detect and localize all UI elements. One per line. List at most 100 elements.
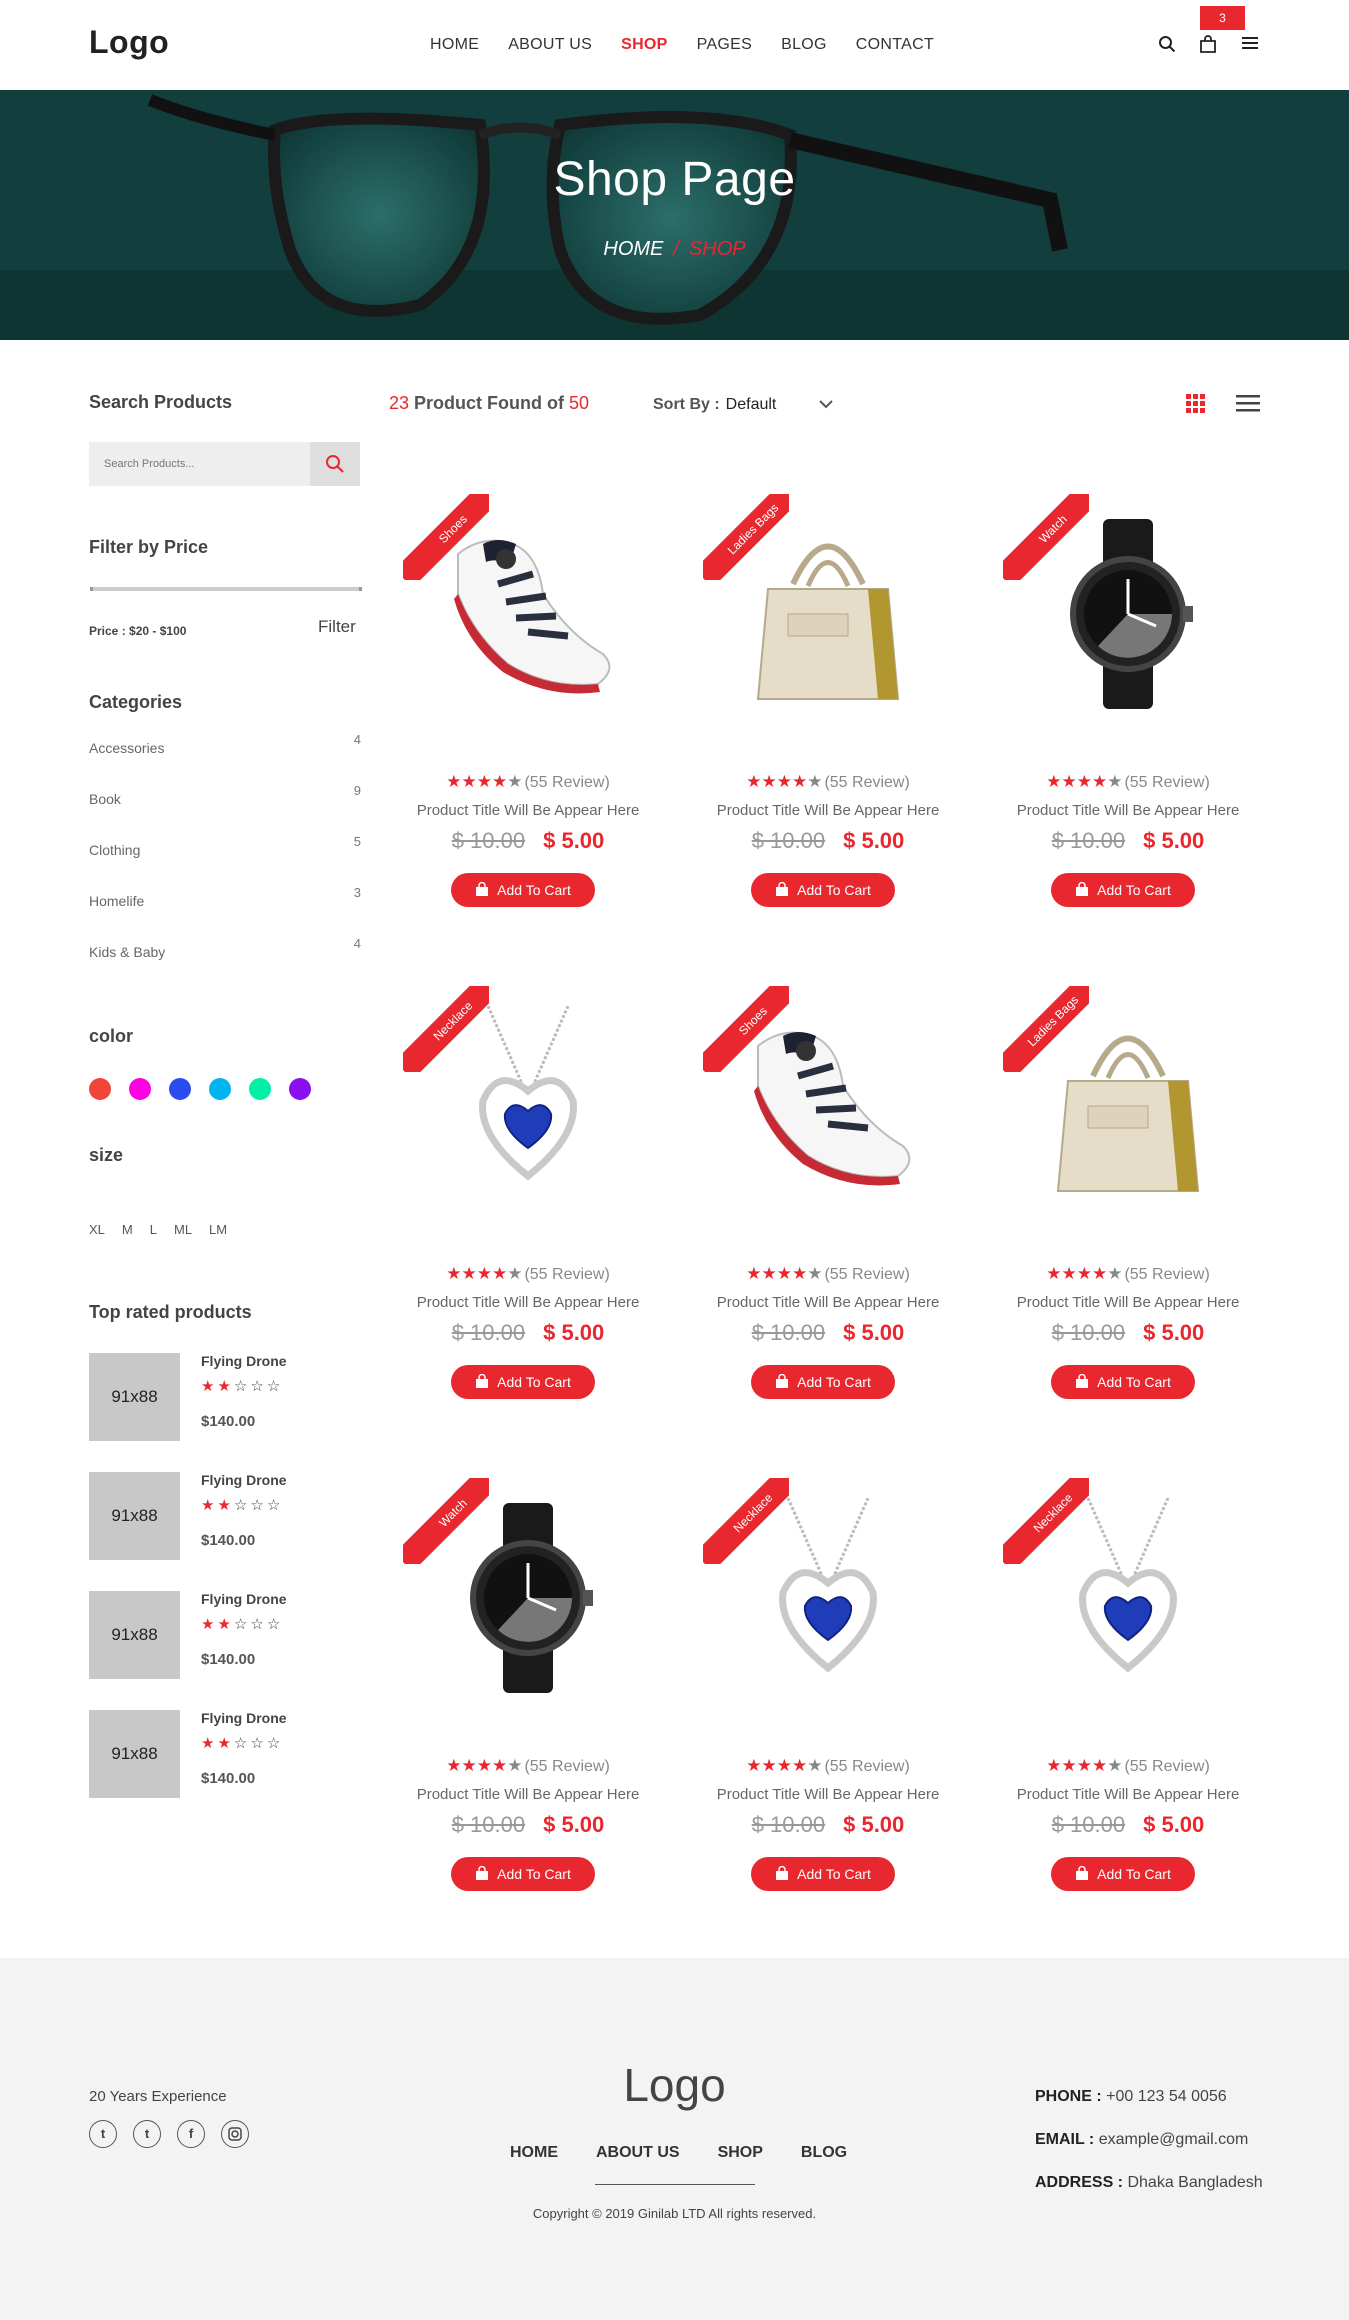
product-title[interactable]: Product Title Will Be Appear Here bbox=[403, 1294, 653, 1311]
nav-shop[interactable]: SHOP bbox=[621, 36, 668, 54]
add-to-cart-button[interactable]: Add To Cart bbox=[751, 1857, 895, 1891]
add-to-cart-button[interactable]: Add To Cart bbox=[1051, 1857, 1195, 1891]
add-to-cart-button[interactable]: Add To Cart bbox=[751, 1365, 895, 1399]
review-count[interactable]: (55 Review) bbox=[524, 1758, 609, 1775]
review-count[interactable]: (55 Review) bbox=[1124, 1266, 1209, 1283]
star-icon: ★ bbox=[746, 1756, 762, 1775]
product-title[interactable]: Product Title Will Be Appear Here bbox=[1003, 1786, 1253, 1803]
add-to-cart-button[interactable]: Add To Cart bbox=[451, 873, 595, 907]
cart-bag-icon[interactable] bbox=[1199, 34, 1217, 54]
review-count[interactable]: (55 Review) bbox=[524, 774, 609, 791]
size-option[interactable]: ML bbox=[174, 1222, 192, 1237]
size-options: XL M L ML LM bbox=[89, 1222, 227, 1237]
search-button[interactable] bbox=[310, 442, 360, 486]
email-value[interactable]: example@gmail.com bbox=[1094, 2131, 1249, 2148]
product-card[interactable]: Shoes ★★★★★ (55 Review) Product Title Will … bbox=[703, 986, 953, 1416]
sort-dropdown[interactable]: Sort By : Default bbox=[653, 396, 776, 414]
color-swatch[interactable] bbox=[209, 1078, 231, 1100]
add-to-cart-button[interactable]: Add To Cart bbox=[451, 1857, 595, 1891]
add-to-cart-button[interactable]: Add To Cart bbox=[1051, 1365, 1195, 1399]
star-icon: ★ bbox=[1107, 772, 1123, 791]
footer-nav-home[interactable]: HOME bbox=[510, 2144, 558, 2162]
chevron-down-icon[interactable] bbox=[818, 398, 834, 410]
review-count[interactable]: (55 Review) bbox=[524, 1266, 609, 1283]
tumblr-icon[interactable]: t bbox=[133, 2120, 161, 2148]
product-card[interactable]: Shoes ★★★★★ (55 Review) Product Title Will … bbox=[403, 494, 653, 924]
product-thumbnail[interactable]: 91x88 bbox=[89, 1353, 180, 1441]
review-count[interactable]: (55 Review) bbox=[824, 1758, 909, 1775]
top-rated-item[interactable]: 91x88 Flying Drone ★★☆☆☆ $140.00 bbox=[89, 1472, 361, 1562]
search-input[interactable] bbox=[89, 442, 309, 486]
top-rated-item[interactable]: 91x88 Flying Drone ★★☆☆☆ $140.00 bbox=[89, 1353, 361, 1443]
product-card[interactable]: Necklace ★★★★★ (55 Review) Product Title Wi… bbox=[403, 986, 653, 1416]
nav-about-us[interactable]: ABOUT US bbox=[508, 36, 592, 54]
nav-contact[interactable]: CONTACT bbox=[856, 36, 934, 54]
category-item[interactable]: Book 9 bbox=[89, 783, 361, 842]
product-name[interactable]: Flying Drone bbox=[201, 1710, 287, 1726]
product-title[interactable]: Product Title Will Be Appear Here bbox=[703, 802, 953, 819]
twitter-icon[interactable]: t bbox=[89, 2120, 117, 2148]
logo[interactable]: Logo bbox=[89, 24, 169, 61]
price-range-slider[interactable] bbox=[90, 587, 362, 591]
top-rated-item[interactable]: 91x88 Flying Drone ★★☆☆☆ $140.00 bbox=[89, 1710, 361, 1800]
product-thumbnail[interactable]: 91x88 bbox=[89, 1591, 180, 1679]
product-name[interactable]: Flying Drone bbox=[201, 1353, 287, 1369]
product-card[interactable]: Ladies Bags ★★★★★ (55 Review) Product Title… bbox=[1003, 986, 1253, 1416]
product-thumbnail[interactable]: 91x88 bbox=[89, 1710, 180, 1798]
product-card[interactable]: Necklace ★★★★★ (55 Review) Product Title Wi… bbox=[1003, 1478, 1253, 1908]
nav-blog[interactable]: BLOG bbox=[781, 36, 827, 54]
nav-home[interactable]: HOME bbox=[430, 36, 479, 54]
footer-nav-shop[interactable]: SHOP bbox=[718, 2144, 763, 2162]
breadcrumb-home[interactable]: HOME bbox=[603, 238, 663, 260]
product-name[interactable]: Flying Drone bbox=[201, 1472, 287, 1488]
filter-button[interactable]: Filter bbox=[318, 617, 356, 637]
size-option[interactable]: M bbox=[122, 1222, 133, 1237]
product-card[interactable]: Necklace ★★★★★ (55 Review) Product Title Wi… bbox=[703, 1478, 953, 1908]
product-price: $ 10.00 $ 5.00 bbox=[403, 1812, 653, 1838]
product-title[interactable]: Product Title Will Be Appear Here bbox=[703, 1294, 953, 1311]
product-title[interactable]: Product Title Will Be Appear Here bbox=[703, 1786, 953, 1803]
review-count[interactable]: (55 Review) bbox=[824, 774, 909, 791]
size-option[interactable]: LM bbox=[209, 1222, 227, 1237]
product-title[interactable]: Product Title Will Be Appear Here bbox=[1003, 802, 1253, 819]
category-item[interactable]: Accessories 4 bbox=[89, 732, 361, 791]
main-nav: HOME ABOUT US SHOP PAGES BLOG CONTACT bbox=[430, 36, 963, 54]
add-to-cart-button[interactable]: Add To Cart bbox=[451, 1365, 595, 1399]
product-thumbnail[interactable]: 91x88 bbox=[89, 1472, 180, 1560]
color-swatch[interactable] bbox=[89, 1078, 111, 1100]
color-swatch[interactable] bbox=[129, 1078, 151, 1100]
review-count[interactable]: (55 Review) bbox=[1124, 1758, 1209, 1775]
grid-view-icon[interactable] bbox=[1186, 394, 1206, 414]
category-item[interactable]: Homelife 3 bbox=[89, 885, 361, 944]
product-title[interactable]: Product Title Will Be Appear Here bbox=[403, 1786, 653, 1803]
footer-nav-blog[interactable]: BLOG bbox=[801, 2144, 847, 2162]
rating-stars: ★★★★★ (55 Review) bbox=[403, 1756, 653, 1776]
search-icon[interactable] bbox=[1158, 35, 1176, 53]
category-item[interactable]: Kids & Baby 4 bbox=[89, 936, 361, 995]
size-option[interactable]: L bbox=[150, 1222, 157, 1237]
color-swatch[interactable] bbox=[289, 1078, 311, 1100]
footer-nav-about-us[interactable]: ABOUT US bbox=[596, 2144, 680, 2162]
facebook-icon[interactable]: f bbox=[177, 2120, 205, 2148]
nav-pages[interactable]: PAGES bbox=[697, 36, 752, 54]
add-to-cart-button[interactable]: Add To Cart bbox=[1051, 873, 1195, 907]
add-to-cart-button[interactable]: Add To Cart bbox=[751, 873, 895, 907]
color-swatch[interactable] bbox=[169, 1078, 191, 1100]
star-icon: ★ bbox=[791, 1264, 808, 1283]
product-name[interactable]: Flying Drone bbox=[201, 1591, 287, 1607]
product-card[interactable]: Watch ★★★★★ (55 Review) Product Title Will … bbox=[403, 1478, 653, 1908]
product-card[interactable]: Ladies Bags ★★★★★ (55 Review) Product Title… bbox=[703, 494, 953, 924]
review-count[interactable]: (55 Review) bbox=[824, 1266, 909, 1283]
product-title[interactable]: Product Title Will Be Appear Here bbox=[403, 802, 653, 819]
instagram-icon[interactable] bbox=[221, 2120, 249, 2148]
top-rated-item[interactable]: 91x88 Flying Drone ★★☆☆☆ $140.00 bbox=[89, 1591, 361, 1681]
size-option[interactable]: XL bbox=[89, 1222, 105, 1237]
list-view-icon[interactable] bbox=[1236, 394, 1260, 412]
category-tag: Necklace bbox=[1003, 1478, 1089, 1564]
color-swatch[interactable] bbox=[249, 1078, 271, 1100]
product-card[interactable]: Watch ★★★★★ (55 Review) Product Title Will … bbox=[1003, 494, 1253, 924]
menu-icon[interactable] bbox=[1242, 36, 1259, 50]
category-item[interactable]: Clothing 5 bbox=[89, 834, 361, 893]
review-count[interactable]: (55 Review) bbox=[1124, 774, 1209, 791]
product-title[interactable]: Product Title Will Be Appear Here bbox=[1003, 1294, 1253, 1311]
